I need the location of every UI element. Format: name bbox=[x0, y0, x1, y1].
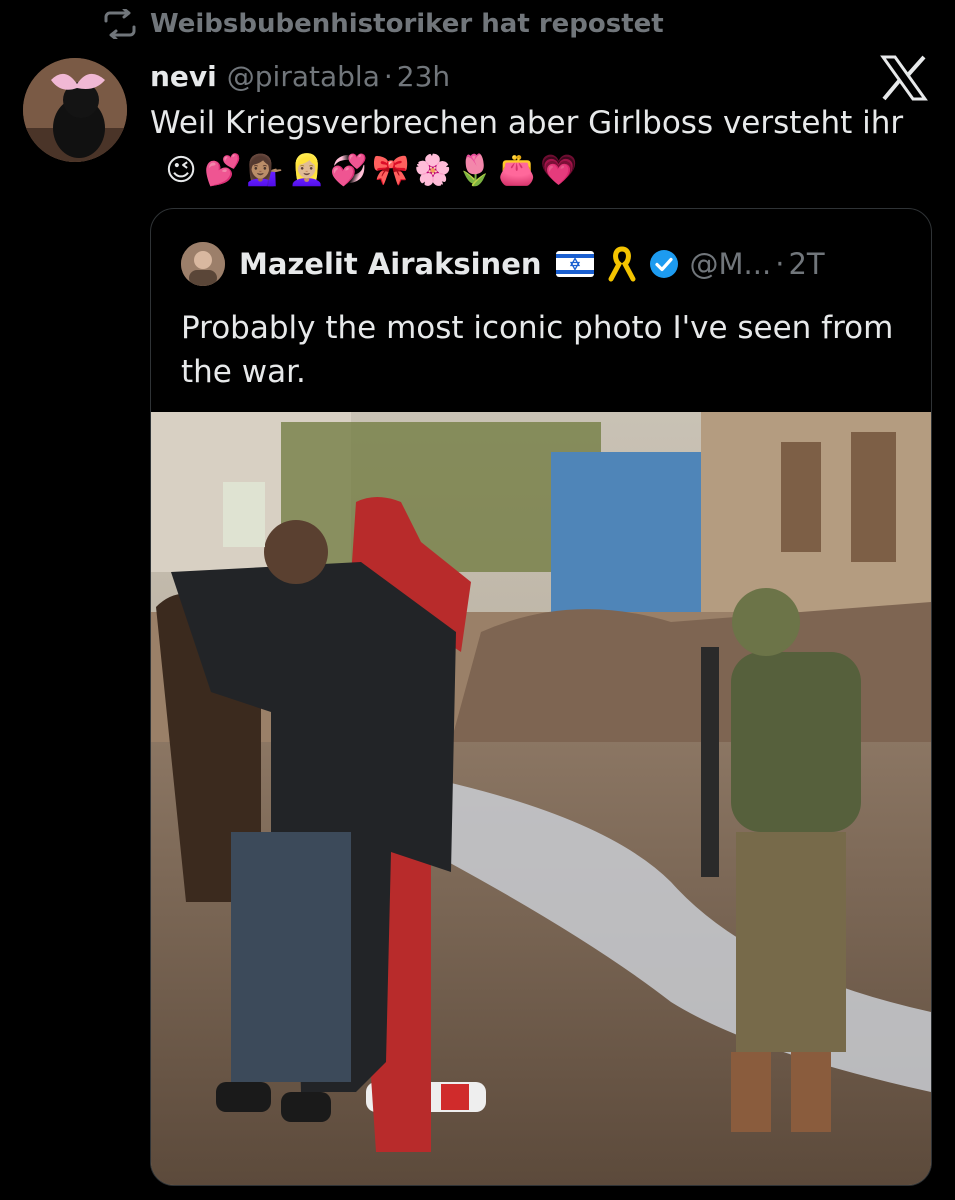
quoted-avatar[interactable] bbox=[181, 242, 225, 286]
emoji: 🌷 bbox=[456, 152, 494, 188]
emoji: 💗 bbox=[540, 152, 578, 188]
x-logo-icon bbox=[880, 55, 928, 101]
author-handle[interactable]: @piratabla bbox=[227, 60, 380, 93]
israel-flag-icon bbox=[555, 251, 594, 277]
emoji: 💕 bbox=[204, 152, 242, 188]
author-name[interactable]: nevi bbox=[150, 60, 217, 93]
post-timestamp[interactable]: 23h bbox=[397, 60, 450, 93]
separator-dot: · bbox=[383, 59, 393, 93]
emoji: 👱🏼‍♀️ bbox=[288, 152, 326, 188]
emoji-row: 😉 💕 💁🏽‍♀️ 👱🏼‍♀️ 💞 🎀 🌸 🌷 👛 💗 bbox=[162, 148, 578, 194]
quoted-author-name[interactable]: Mazelit Airaksinen bbox=[239, 247, 542, 281]
yellow-ribbon-icon bbox=[608, 246, 636, 282]
repost-text: Weibsbubenhistoriker hat repostet bbox=[150, 9, 664, 39]
emoji: 💁🏽‍♀️ bbox=[246, 152, 284, 188]
quoted-post[interactable]: Mazelit Airaksinen @M... · 2T Probably t… bbox=[150, 208, 932, 1186]
quoted-post-header: Mazelit Airaksinen @M... · 2T bbox=[181, 242, 825, 286]
emoji: 🎀 bbox=[372, 152, 410, 188]
emoji: 🌸 bbox=[414, 152, 452, 188]
repost-indicator[interactable]: Weibsbubenhistoriker hat repostet bbox=[102, 4, 664, 44]
post-text-content: Weil Kriegsverbrechen aber Girlboss vers… bbox=[150, 105, 904, 141]
repost-icon bbox=[104, 9, 136, 39]
emoji: 💞 bbox=[330, 152, 368, 188]
verified-badge-icon bbox=[649, 250, 678, 278]
post-text: Weil Kriegsverbrechen aber Girlboss vers… bbox=[150, 100, 910, 194]
quoted-post-text: Probably the most iconic photo I've seen… bbox=[181, 310, 894, 390]
quoted-timestamp[interactable]: 2T bbox=[788, 247, 824, 281]
avatar[interactable] bbox=[23, 58, 127, 162]
separator-dot: · bbox=[775, 247, 785, 281]
emoji: 😉 bbox=[165, 152, 197, 188]
post-header: nevi @piratabla · 23h bbox=[150, 56, 450, 96]
quoted-author-handle[interactable]: @M... bbox=[690, 247, 772, 281]
emoji: 👛 bbox=[498, 152, 536, 188]
war-photo[interactable] bbox=[151, 412, 931, 1185]
